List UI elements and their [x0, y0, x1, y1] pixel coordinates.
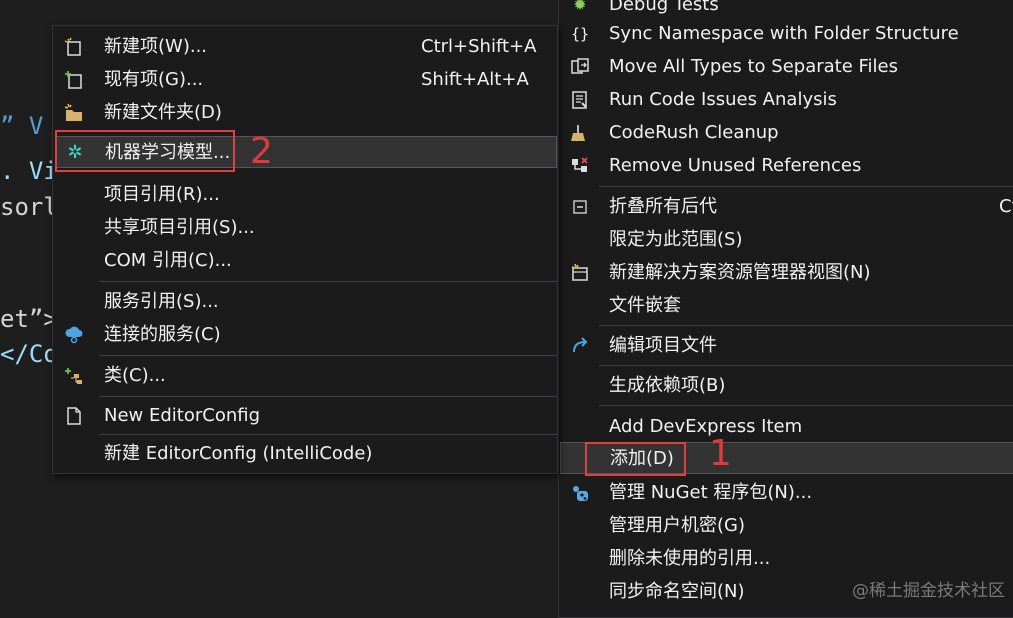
- annotation-box-add: [585, 442, 686, 476]
- submenu-item-new-item[interactable]: 新建项(W)... Ctrl+Shift+A: [53, 31, 557, 63]
- menu-separator: [599, 365, 1013, 366]
- editor-code-line-2: . Vi: [0, 157, 58, 185]
- menu-item-coderush-cleanup[interactable]: CodeRush Cleanup: [559, 117, 1013, 149]
- bug-icon: ✹: [573, 0, 587, 14]
- submenu-item-connected-service[interactable]: 连接的服务(C): [53, 319, 557, 351]
- code-issues-icon: [569, 89, 591, 111]
- submenu-item-new-folder[interactable]: 新建文件夹(D): [53, 97, 557, 129]
- class-icon: [63, 365, 85, 387]
- menu-separator: [599, 325, 1013, 326]
- editor-code-line-1: ” V: [0, 112, 44, 140]
- editor-code-line-4: et”>: [0, 305, 58, 333]
- new-item-icon: [63, 36, 85, 58]
- watermark: @稀土掘金技术社区: [852, 581, 1005, 601]
- menu-separator: [599, 186, 1013, 187]
- menu-item-scope-to-this[interactable]: 限定为此范围(S): [559, 224, 1013, 256]
- project-context-menu: ✹ Debug Tests {} Sync Namespace with Fol…: [558, 0, 1013, 618]
- menu-separator: [99, 396, 557, 397]
- editor-code-line-3: sorl: [0, 193, 58, 221]
- submenu-item-new-editorconfig-intellicode[interactable]: 新建 EditorConfig (IntelliCode): [53, 438, 557, 470]
- file-icon: [63, 405, 85, 427]
- collapse-icon: [569, 196, 591, 218]
- move-types-icon: [569, 56, 591, 78]
- new-folder-icon: [63, 102, 85, 124]
- menu-item-manage-nuget[interactable]: 管理 NuGet 程序包(N)...: [559, 477, 1013, 509]
- annotation-box-ml-model: [55, 130, 235, 172]
- remove-references-icon: [569, 155, 591, 177]
- menu-item-build-dependencies[interactable]: 生成依赖项(B): [559, 370, 1013, 402]
- menu-separator: [99, 281, 557, 282]
- menu-item-file-nesting[interactable]: 文件嵌套: [559, 290, 1013, 322]
- menu-item-manage-user-secrets[interactable]: 管理用户机密(G): [559, 510, 1013, 542]
- nuget-icon: [569, 482, 591, 504]
- submenu-item-com-reference[interactable]: COM 引用(C)...: [53, 245, 557, 277]
- namespace-sync-icon: {}: [570, 25, 590, 43]
- menu-item-remove-unused-references[interactable]: Remove Unused References: [559, 150, 1013, 182]
- menu-item-move-types[interactable]: Move All Types to Separate Files: [559, 51, 1013, 83]
- submenu-item-shared-project-reference[interactable]: 共享项目引用(S)...: [53, 212, 557, 244]
- menu-item-edit-project-file[interactable]: 编辑项目文件: [559, 330, 1013, 362]
- menu-item-run-code-issues[interactable]: Run Code Issues Analysis: [559, 84, 1013, 116]
- menu-item-add-devexpress[interactable]: Add DevExpress Item: [559, 411, 1013, 443]
- new-view-icon: [569, 262, 591, 284]
- editor-code-line-5: </Co: [0, 340, 58, 368]
- submenu-item-class[interactable]: 类(C)...: [53, 360, 557, 392]
- menu-separator: [99, 434, 557, 435]
- menu-item-remove-unused-refs-cn[interactable]: 删除未使用的引用...: [559, 543, 1013, 575]
- annotation-step-1: 1: [709, 433, 732, 474]
- annotation-step-2: 2: [250, 131, 273, 172]
- menu-separator: [599, 405, 1013, 406]
- add-submenu: 新建项(W)... Ctrl+Shift+A 现有项(G)... Shift+A…: [52, 25, 558, 474]
- menu-separator: [99, 355, 557, 356]
- edit-project-icon: [569, 335, 591, 357]
- connected-service-icon: [63, 324, 85, 346]
- menu-item-sync-namespace[interactable]: {} Sync Namespace with Folder Structure: [559, 18, 1013, 50]
- submenu-item-project-reference[interactable]: 项目引用(R)...: [53, 179, 557, 211]
- broom-icon: [569, 122, 591, 144]
- menu-item-collapse-all[interactable]: 折叠所有后代 Ct: [559, 191, 1013, 223]
- submenu-item-existing-item[interactable]: 现有项(G)... Shift+Alt+A: [53, 64, 557, 96]
- submenu-item-new-editorconfig[interactable]: New EditorConfig: [53, 400, 557, 432]
- existing-item-icon: [63, 69, 85, 91]
- submenu-item-service-reference[interactable]: 服务引用(S)...: [53, 286, 557, 318]
- menu-item-new-solution-view[interactable]: 新建解决方案资源管理器视图(N): [559, 257, 1013, 289]
